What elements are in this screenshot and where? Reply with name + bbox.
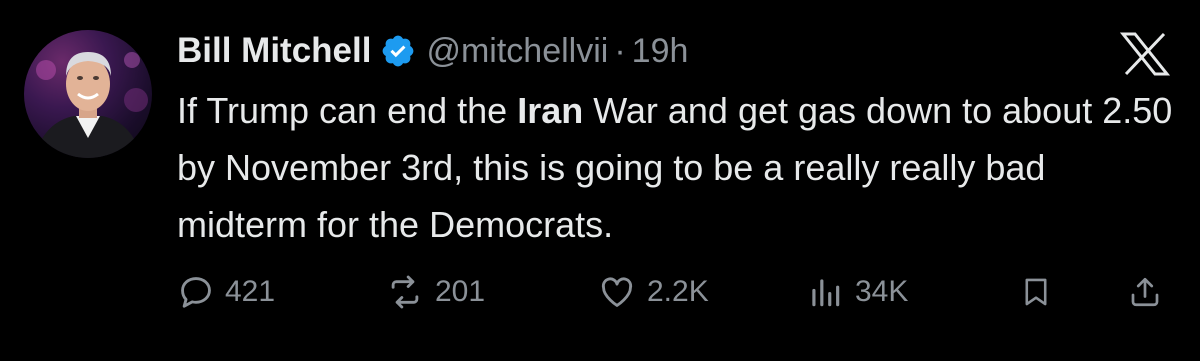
tweet-text-part: If Trump can end the — [177, 90, 518, 131]
bookmark-icon — [1019, 273, 1053, 311]
repost-count: 201 — [435, 275, 486, 308]
tweet-text-bold: Iran — [517, 90, 584, 131]
timestamp[interactable]: 19h — [632, 32, 689, 71]
views-button[interactable]: 34K — [805, 270, 908, 314]
repost-button[interactable]: 201 — [385, 270, 485, 314]
tweet-header: Bill Mitchell @mitchellvii · 19h — [177, 26, 688, 76]
avatar[interactable] — [24, 30, 152, 158]
x-logo-icon[interactable] — [1119, 32, 1171, 76]
share-button[interactable] — [1127, 270, 1163, 314]
bookmark-button[interactable] — [1019, 270, 1053, 314]
reply-button[interactable]: 421 — [177, 270, 275, 314]
avatar-image — [34, 52, 148, 158]
reply-icon — [177, 273, 215, 311]
verified-badge-icon — [380, 33, 416, 69]
like-count: 2.2K — [647, 275, 709, 308]
tweet-text: If Trump can end the Iran War and get ga… — [177, 82, 1177, 253]
separator-dot: · — [614, 31, 626, 70]
views-icon — [805, 273, 845, 311]
share-icon — [1127, 273, 1163, 311]
author-handle[interactable]: @mitchellvii — [426, 32, 608, 71]
like-button[interactable]: 2.2K — [597, 270, 709, 314]
author-name[interactable]: Bill Mitchell — [177, 31, 371, 71]
repost-icon — [385, 273, 425, 311]
views-count: 34K — [855, 275, 909, 308]
reply-count: 421 — [225, 275, 276, 308]
tweet-card[interactable]: Bill Mitchell @mitchellvii · 19h If Trum… — [0, 0, 1200, 361]
like-icon — [597, 273, 637, 311]
